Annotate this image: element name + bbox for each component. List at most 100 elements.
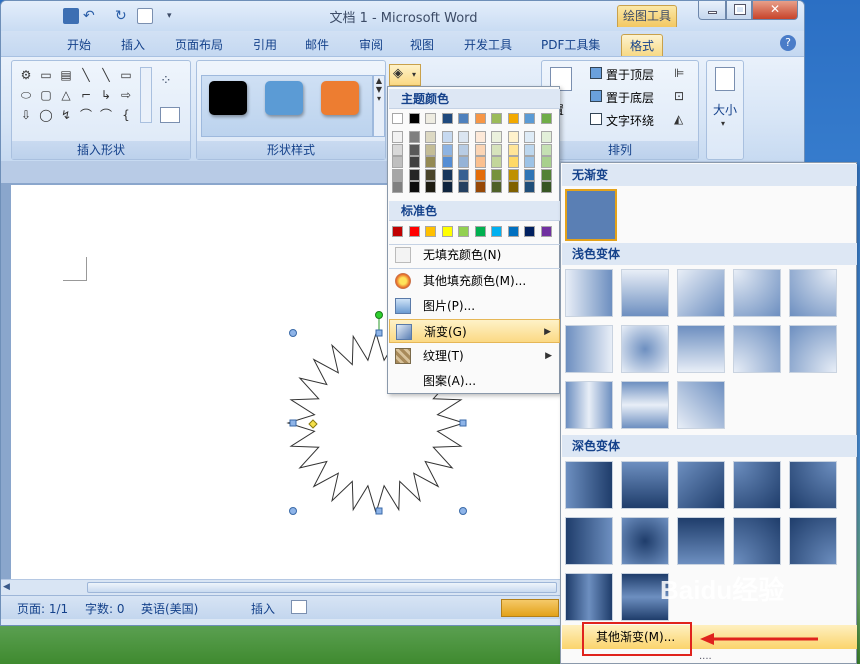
close-button[interactable]: ✕ <box>752 1 798 20</box>
text-wrapping-button[interactable]: 文字环绕 <box>606 112 654 129</box>
light-gradient-thumb[interactable] <box>565 325 613 373</box>
theme-shade-swatch[interactable] <box>524 143 535 156</box>
tab-home[interactable]: 开始 <box>59 34 99 56</box>
tab-pdf-tools[interactable]: PDF工具集 <box>533 34 608 56</box>
dark-gradient-thumb[interactable] <box>733 517 781 565</box>
align-icon[interactable]: ⊫ <box>674 66 684 80</box>
theme-shade-swatch[interactable] <box>524 131 535 143</box>
page-count[interactable]: 页面: 1/1 <box>17 600 68 617</box>
view-buttons[interactable] <box>501 599 559 617</box>
light-gradient-thumb[interactable] <box>565 381 613 429</box>
shape-gallery-scroll[interactable] <box>140 67 152 123</box>
theme-shade-swatch[interactable] <box>524 168 535 181</box>
theme-color-swatch[interactable] <box>507 113 519 124</box>
theme-shade-swatch[interactable] <box>441 156 453 168</box>
light-gradient-thumb[interactable] <box>733 325 781 373</box>
theme-color-swatch[interactable] <box>524 113 535 124</box>
theme-shade-swatch[interactable] <box>425 181 436 193</box>
macro-record-icon[interactable] <box>291 600 307 614</box>
resize-handle-nw[interactable] <box>289 329 297 337</box>
theme-shade-swatch[interactable] <box>425 156 436 168</box>
theme-shade-swatch[interactable] <box>425 143 436 156</box>
theme-shade-swatch[interactable] <box>458 143 469 156</box>
dark-gradient-thumb[interactable] <box>677 517 725 565</box>
style-swatch-blue[interactable] <box>265 81 303 115</box>
standard-color-swatch[interactable] <box>408 226 420 237</box>
theme-shade-swatch[interactable] <box>441 181 453 193</box>
dark-gradient-thumb[interactable] <box>565 517 613 565</box>
menu-resize-grip[interactable]: .... <box>699 651 712 662</box>
language-indicator[interactable]: 英语(美国) <box>141 600 198 617</box>
resize-handle-e[interactable] <box>459 419 467 427</box>
light-gradient-thumb[interactable] <box>789 325 837 373</box>
standard-color-swatch[interactable] <box>507 226 519 237</box>
theme-shade-swatch[interactable] <box>392 181 403 193</box>
theme-shade-swatch[interactable] <box>507 156 519 168</box>
edit-shape-icon[interactable]: ⁘ <box>160 73 180 91</box>
adjust-handle[interactable] <box>308 419 318 429</box>
theme-shade-swatch[interactable] <box>392 168 403 181</box>
resize-handle-sw[interactable] <box>289 507 297 515</box>
shape-option[interactable]: ▢ <box>38 87 54 103</box>
standard-color-swatch[interactable] <box>392 226 403 237</box>
standard-color-swatch[interactable] <box>458 226 469 237</box>
theme-shade-swatch[interactable] <box>408 131 420 143</box>
theme-color-swatch[interactable] <box>474 113 486 124</box>
theme-shade-swatch[interactable] <box>441 131 453 143</box>
dark-gradient-thumb[interactable] <box>789 517 837 565</box>
insert-mode-indicator[interactable]: 插入 <box>251 600 275 617</box>
tab-page-layout[interactable]: 页面布局 <box>167 34 231 56</box>
theme-shade-swatch[interactable] <box>392 156 403 168</box>
light-gradient-thumb[interactable] <box>565 269 613 317</box>
light-gradient-thumb[interactable] <box>621 269 669 317</box>
shape-option[interactable]: ↳ <box>98 87 114 103</box>
shape-option[interactable]: ⌒ <box>78 107 94 123</box>
theme-shade-swatch[interactable] <box>491 181 502 193</box>
theme-shade-swatch[interactable] <box>458 168 469 181</box>
shape-option[interactable]: ⇩ <box>18 107 34 123</box>
theme-shade-swatch[interactable] <box>524 181 535 193</box>
theme-color-swatch[interactable] <box>425 113 436 124</box>
theme-shade-swatch[interactable] <box>524 156 535 168</box>
light-gradient-thumb[interactable] <box>677 381 725 429</box>
shape-option[interactable]: ▤ <box>58 67 74 83</box>
menu-item-more-colors[interactable]: 其他填充颜色(M)... <box>389 269 560 293</box>
tab-insert[interactable]: 插入 <box>113 34 153 56</box>
theme-color-swatch[interactable] <box>458 113 469 124</box>
theme-color-swatch[interactable] <box>392 113 403 124</box>
scroll-left-icon[interactable]: ◀ <box>3 582 10 592</box>
light-gradient-thumb[interactable] <box>621 381 669 429</box>
theme-shade-swatch[interactable] <box>458 156 469 168</box>
resize-handle-w[interactable] <box>289 419 297 427</box>
theme-shade-swatch[interactable] <box>408 143 420 156</box>
minimize-button[interactable] <box>698 1 726 20</box>
word-count[interactable]: 字数: 0 <box>85 600 125 617</box>
theme-shade-swatch[interactable] <box>392 143 403 156</box>
theme-color-swatch[interactable] <box>491 113 502 124</box>
theme-shade-swatch[interactable] <box>540 181 552 193</box>
standard-color-swatch[interactable] <box>524 226 535 237</box>
light-gradient-thumb[interactable] <box>733 269 781 317</box>
theme-shade-swatch[interactable] <box>491 168 502 181</box>
theme-shade-swatch[interactable] <box>425 168 436 181</box>
shape-option[interactable]: ⌒ <box>98 107 114 123</box>
shape-option[interactable]: ⌐ <box>78 87 94 103</box>
shape-option[interactable]: △ <box>58 87 74 103</box>
tab-developer[interactable]: 开发工具 <box>456 34 520 56</box>
menu-item-pattern[interactable]: 图案(A)... <box>389 369 560 393</box>
light-gradient-thumb[interactable] <box>621 325 669 373</box>
standard-color-swatch[interactable] <box>474 226 486 237</box>
standard-color-swatch[interactable] <box>491 226 502 237</box>
theme-shade-swatch[interactable] <box>392 131 403 143</box>
resize-handle-s[interactable] <box>375 507 383 515</box>
light-gradient-thumb[interactable] <box>789 269 837 317</box>
no-gradient-option[interactable] <box>565 189 617 241</box>
resize-handle-n[interactable] <box>375 329 383 337</box>
light-gradient-thumb[interactable] <box>677 269 725 317</box>
theme-shade-swatch[interactable] <box>491 131 502 143</box>
send-to-back-button[interactable]: 置于底层 <box>606 89 654 106</box>
shape-option[interactable]: ⚙ <box>18 67 34 83</box>
theme-color-swatch[interactable] <box>540 113 552 124</box>
shape-gallery[interactable]: ⚙ ▭ ▤ ╲ ╲ ▭ ⬭ ▢ △ ⌐ ↳ ⇨ ⇩ ◯ ↯ ⌒ ⌒{ <box>18 67 148 127</box>
shape-option[interactable]: ↯ <box>58 107 74 123</box>
